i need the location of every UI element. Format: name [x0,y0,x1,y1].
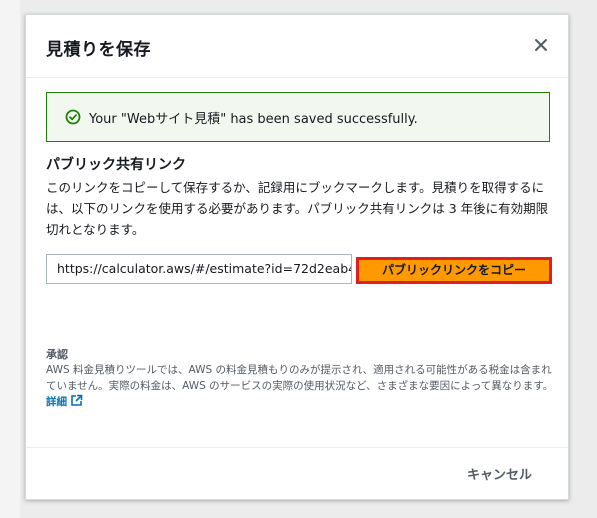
success-alert: Your "Webサイト見積" has been saved successfu… [46,92,550,142]
cancel-button[interactable]: キャンセル [467,464,532,483]
details-link-label: 詳細 [46,396,67,408]
public-link-description: このリンクをコピーして保存するか、記録用にブックマークします。見積りを取得するに… [46,180,549,237]
acknowledgement-title: 承認 [46,348,68,361]
details-link[interactable]: 詳細 [46,394,83,408]
check-circle-icon [65,109,81,125]
public-link-title: パブリック共有リンク [46,157,186,173]
backdrop-panel [0,0,20,518]
copy-public-link-button[interactable]: パブリックリンクをコピー [356,257,552,284]
modal-header: 見積りを保存 [26,15,568,78]
public-link-url-field[interactable]: https://calculator.aws/#/estimate?id=72d… [46,254,352,284]
external-link-icon [70,394,83,407]
save-estimate-modal: 見積りを保存 Your "Webサイト見積" has been saved su… [25,14,569,500]
modal-title: 見積りを保存 [46,40,151,60]
acknowledgement-text: AWS 料金見積りツールでは、AWS の料金見積もりのみが提示され、適用される可… [46,362,556,410]
alert-message: Your "Webサイト見積" has been saved successfu… [89,112,418,127]
modal-footer: キャンセル [26,447,568,501]
acknowledgement-body: AWS 料金見積りツールでは、AWS の料金見積もりのみが提示され、適用される可… [46,364,554,392]
close-icon[interactable] [532,36,550,54]
